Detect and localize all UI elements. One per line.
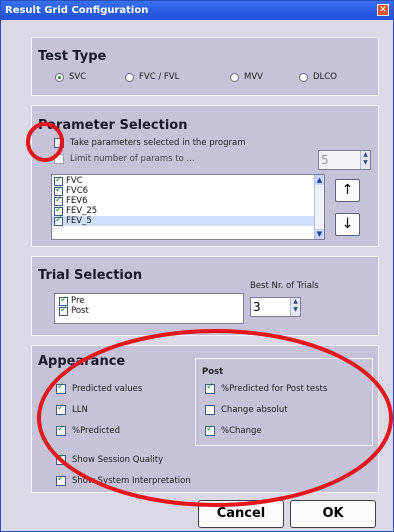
radio-fvc-fvl[interactable]: FVC / FVL (125, 72, 179, 82)
limit-params-box (54, 154, 64, 164)
move-down-button[interactable]: ↓ (335, 213, 360, 236)
parameter-selection-heading: Parameter Selection (38, 118, 188, 133)
spinner-arrows-icon[interactable]: ▲ ▼ (360, 151, 370, 169)
window-title: Result Grid Configuration (5, 5, 149, 16)
test-type-heading: Test Type (38, 49, 107, 64)
cancel-button[interactable]: Cancel (198, 500, 284, 528)
radio-svc[interactable]: SVC (55, 72, 86, 82)
close-icon[interactable]: ✕ (377, 4, 389, 16)
list-item[interactable]: FVC6 (52, 185, 324, 196)
scroll-down-icon[interactable]: ▼ (315, 229, 324, 239)
radio-mvv-icon (230, 72, 239, 82)
checkbox-box (205, 424, 215, 436)
arrow-down-icon: ↓ (341, 216, 354, 232)
trial-list[interactable]: Pre Post (54, 293, 244, 324)
limit-params-spinner[interactable]: 5 ▲ ▼ (318, 150, 371, 170)
radio-dlco-icon (299, 72, 308, 82)
appearance-heading: Appearance (38, 354, 126, 369)
title-bar: Result Grid Configuration ✕ (1, 1, 393, 20)
list-item[interactable]: Pre (57, 295, 243, 306)
list-scrollbar[interactable]: ▲ ▼ (314, 175, 324, 239)
post-heading: Post (202, 367, 224, 377)
percent-change-checkbox[interactable]: %Change (205, 424, 262, 436)
trial-checkbox[interactable] (59, 305, 68, 316)
best-trials-label: Best Nr. of Trials (250, 281, 319, 291)
checkbox-box (56, 453, 66, 465)
test-type-panel (31, 37, 379, 96)
show-system-interpretation-checkbox[interactable]: Show System Interpretation (56, 474, 191, 486)
scroll-up-icon[interactable]: ▲ (315, 175, 324, 185)
predicted-values-checkbox[interactable]: Predicted values (56, 382, 142, 394)
lln-checkbox[interactable]: LLN (56, 403, 88, 415)
ok-button[interactable]: OK (290, 500, 376, 528)
parameter-list[interactable]: FVC FVC6 FEV6 FEV_25 FEV_5 ▲ ▼ (51, 174, 325, 240)
checkbox-box (56, 403, 66, 415)
limit-params-checkbox[interactable]: Limit number of params to ... (54, 154, 195, 164)
trial-selection-heading: Trial Selection (38, 268, 143, 283)
list-item[interactable]: FVC (52, 175, 324, 186)
show-session-quality-checkbox[interactable]: Show Session Quality (56, 453, 163, 465)
best-trials-spinner[interactable]: 3 ▲ ▼ (250, 297, 301, 317)
checkbox-box (56, 382, 66, 394)
checkbox-box (205, 382, 215, 394)
take-params-box (54, 138, 64, 148)
dialog-window: Result Grid Configuration ✕ Test Type SV… (0, 0, 394, 532)
checkbox-box (205, 405, 215, 415)
arrow-up-icon: ↑ (341, 182, 354, 198)
take-params-checkbox[interactable]: Take parameters selected in the program (54, 138, 246, 148)
list-item[interactable]: Post (57, 305, 243, 316)
predicted-post-checkbox[interactable]: %Predicted for Post tests (205, 382, 327, 394)
percent-predicted-checkbox[interactable]: %Predicted (56, 424, 120, 436)
move-up-button[interactable]: ↑ (335, 179, 360, 202)
checkbox-box (56, 474, 66, 486)
radio-mvv[interactable]: MVV (230, 72, 263, 82)
change-absolut-checkbox[interactable]: Change absolut (205, 405, 288, 415)
spinner-arrows-icon[interactable]: ▲ ▼ (290, 298, 300, 316)
checkbox-box (56, 424, 66, 436)
list-item[interactable]: FEV_25 (52, 205, 324, 216)
list-item[interactable]: FEV6 (52, 195, 324, 206)
param-checkbox[interactable] (54, 215, 63, 226)
list-item[interactable]: FEV_5 (52, 215, 324, 226)
radio-dlco[interactable]: DLCO (299, 72, 337, 82)
radio-svc-icon (55, 72, 64, 82)
radio-fvc-icon (125, 72, 134, 82)
